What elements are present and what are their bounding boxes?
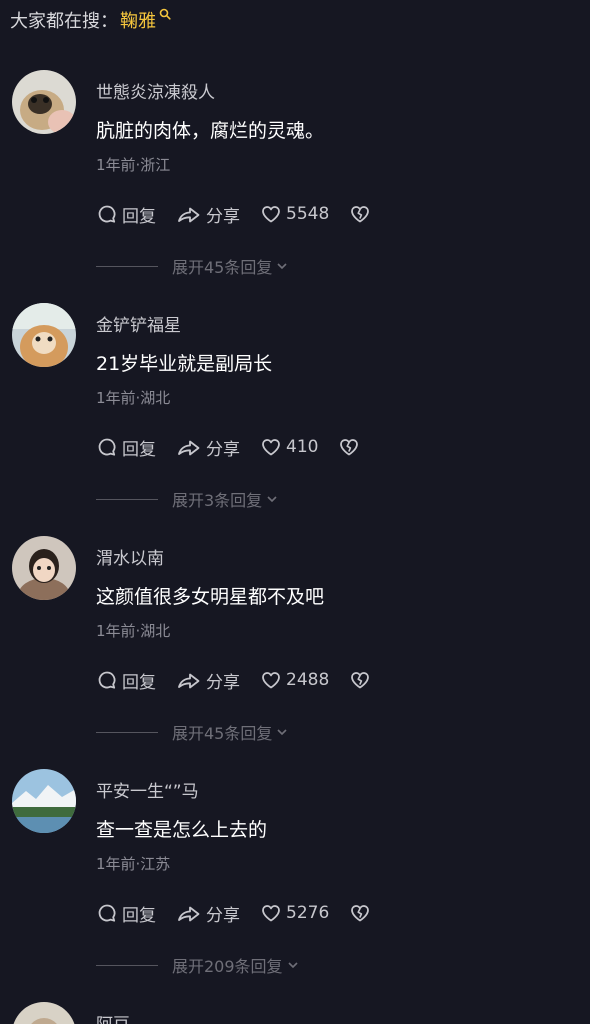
heart-icon: [262, 905, 280, 922]
expand-replies[interactable]: 展开3条回复: [96, 487, 279, 511]
like-button[interactable]: 2488: [260, 669, 329, 691]
like-count: 5276: [286, 903, 330, 923]
share-label: 分享: [206, 905, 240, 926]
dislike-button[interactable]: [338, 436, 364, 458]
comment-username[interactable]: 渭水以南: [96, 544, 164, 569]
expand-replies-label: 展开209条回复: [172, 957, 283, 976]
reply-label: 回复: [122, 439, 156, 460]
share-arrow-icon: [178, 207, 200, 223]
reply-button[interactable]: 回复: [96, 901, 156, 926]
like-button[interactable]: 5276: [260, 902, 329, 924]
chevron-down-icon: [277, 263, 287, 270]
like-count: 410: [286, 437, 319, 457]
comment-text: 肮脏的肉体，腐烂的灵魂。: [96, 120, 325, 142]
like-button[interactable]: 5548: [260, 203, 329, 225]
search-keyword[interactable]: 鞠雅: [120, 7, 156, 33]
search-icon: [159, 4, 171, 25]
comment-text: 这颜值很多女明星都不及吧: [96, 586, 325, 608]
comment-bubble-icon: [98, 671, 116, 689]
comment-item: 渭水以南 这颜值很多女明星都不及吧 1年前·湖北 回复 分享 2488 展开45…: [0, 532, 590, 762]
comment-actions: 回复 分享 5276: [96, 899, 395, 927]
comment-bubble-icon: [98, 904, 116, 922]
comment-actions: 回复 分享 410: [96, 433, 384, 461]
share-label: 分享: [206, 206, 240, 227]
like-button[interactable]: 410: [260, 436, 318, 458]
comment-actions: 回复 分享 2488: [96, 666, 395, 694]
dislike-button[interactable]: [349, 203, 375, 225]
reply-button[interactable]: 回复: [96, 202, 156, 227]
like-count: 5548: [286, 204, 330, 224]
comment-actions: 回复 分享 5548: [96, 200, 395, 228]
divider: [96, 265, 158, 267]
reply-button[interactable]: 回复: [96, 668, 156, 693]
search-hint-prefix: 大家都在搜：: [10, 11, 118, 32]
share-button[interactable]: 分享: [176, 901, 240, 926]
avatar[interactable]: [12, 536, 76, 600]
divider: [96, 964, 158, 966]
reply-label: 回复: [122, 672, 156, 693]
share-arrow-icon: [178, 906, 200, 922]
dislike-button[interactable]: [349, 902, 375, 924]
comment-item: 金铲铲福星 21岁毕业就是副局长 1年前·湖北 回复 分享 410 展开3条回复: [0, 299, 590, 529]
expand-replies-label: 展开3条回复: [172, 491, 263, 510]
like-count: 2488: [286, 670, 330, 690]
divider: [96, 498, 158, 500]
comment-item: 世態炎涼凍殺人 肮脏的肉体，腐烂的灵魂。 1年前·浙江 回复 分享 5548 展…: [0, 66, 590, 296]
divider: [96, 731, 158, 733]
expand-replies[interactable]: 展开209条回复: [96, 953, 300, 977]
comment-username[interactable]: 平安一生“”马: [96, 777, 199, 802]
share-button[interactable]: 分享: [176, 668, 240, 693]
chevron-down-icon: [277, 729, 287, 736]
comment-meta: 1年前·湖北: [96, 622, 171, 640]
avatar[interactable]: [12, 303, 76, 367]
share-arrow-icon: [178, 673, 200, 689]
reply-label: 回复: [122, 905, 156, 926]
comment-item: 平安一生“”马 查一查是怎么上去的 1年前·江苏 回复 分享 5276 展开20…: [0, 765, 590, 995]
heart-icon: [262, 206, 280, 223]
broken-heart-icon: [351, 672, 370, 689]
avatar[interactable]: [12, 769, 76, 833]
chevron-down-icon: [287, 962, 298, 969]
share-label: 分享: [206, 439, 240, 460]
heart-icon: [262, 672, 280, 689]
comment-text: 21岁毕业就是副局长: [96, 353, 273, 375]
broken-heart-icon: [351, 905, 370, 922]
share-label: 分享: [206, 672, 240, 693]
comment-item: 阿豆: [0, 998, 590, 1024]
comment-meta: 1年前·湖北: [96, 389, 171, 407]
dislike-button[interactable]: [349, 669, 375, 691]
search-suggestion[interactable]: 大家都在搜： 鞠雅: [10, 6, 171, 34]
broken-heart-icon: [351, 206, 370, 223]
comment-text: 查一查是怎么上去的: [96, 819, 268, 841]
comment-meta: 1年前·江苏: [96, 855, 171, 873]
expand-replies-label: 展开45条回复: [172, 724, 273, 743]
broken-heart-icon: [340, 439, 359, 456]
reply-button[interactable]: 回复: [96, 435, 156, 460]
comment-username[interactable]: 阿豆: [96, 1010, 130, 1024]
comment-username[interactable]: 世態炎涼凍殺人: [96, 78, 215, 103]
comment-bubble-icon: [98, 205, 116, 223]
heart-icon: [262, 439, 280, 456]
expand-replies[interactable]: 展开45条回复: [96, 720, 289, 744]
comment-username[interactable]: 金铲铲福星: [96, 311, 181, 336]
comment-meta: 1年前·浙江: [96, 156, 171, 174]
share-button[interactable]: 分享: [176, 202, 240, 227]
chevron-down-icon: [267, 496, 277, 503]
avatar[interactable]: [12, 70, 76, 134]
comment-bubble-icon: [98, 438, 116, 456]
expand-replies-label: 展开45条回复: [172, 258, 273, 277]
share-button[interactable]: 分享: [176, 435, 240, 460]
share-arrow-icon: [178, 440, 200, 456]
avatar[interactable]: [12, 1002, 76, 1024]
reply-label: 回复: [122, 206, 156, 227]
expand-replies[interactable]: 展开45条回复: [96, 254, 289, 278]
